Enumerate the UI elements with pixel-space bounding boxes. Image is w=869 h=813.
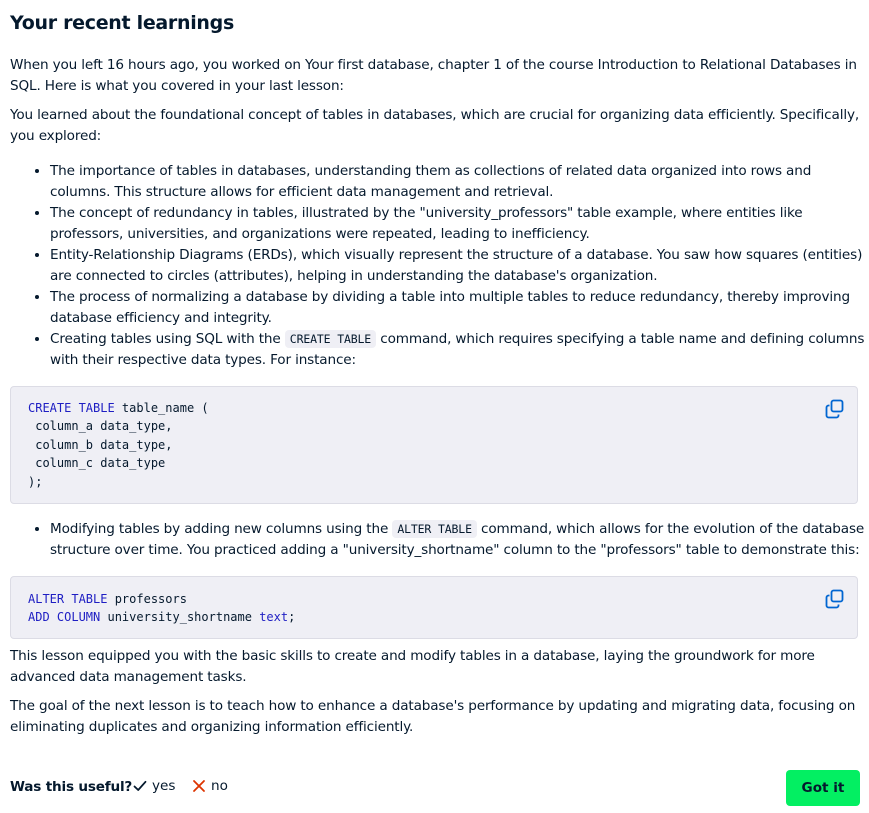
code-text: ALTER TABLE professors ADD COLUMN univer… (11, 577, 857, 627)
code-block-create-table: CREATE TABLE table_name ( column_a data_… (10, 386, 858, 504)
code-text: CREATE TABLE table_name ( column_a data_… (11, 387, 857, 491)
feedback-question: Was this useful? (10, 779, 133, 795)
list-item-text: Modifying tables by adding new columns u… (50, 521, 393, 537)
learning-list: The importance of tables in databases, u… (10, 161, 865, 371)
feedback-yes-label: yes (152, 778, 176, 794)
code-keyword: CREATE TABLE (28, 401, 115, 415)
list-item-text: Creating tables using SQL with the (50, 331, 285, 347)
code-line: column_a data_type, (28, 419, 173, 434)
check-icon (133, 780, 147, 791)
code-line: column_c data_type (28, 456, 166, 471)
code-block-alter-table: ALTER TABLE professors ADD COLUMN univer… (10, 576, 858, 639)
next-goal-text: The goal of the next lesson is to teach … (10, 698, 856, 735)
code-keyword: ALTER TABLE (28, 592, 108, 606)
cross-icon (193, 780, 205, 792)
copy-icon[interactable] (825, 589, 845, 609)
list-item: Creating tables using SQL with the CREAT… (50, 329, 865, 371)
code-line: professors (107, 592, 187, 606)
got-it-button[interactable]: Got it (786, 770, 860, 806)
closing-text: This lesson equipped you with the basic … (10, 648, 815, 685)
code-line: column_b data_type, (28, 437, 173, 452)
page-title: Your recent learnings (10, 12, 234, 34)
code-line: table_name ( (114, 401, 209, 415)
intro-text: When you left 16 hours ago, you worked o… (10, 57, 857, 94)
code-keyword: text (259, 610, 289, 625)
inline-code: CREATE TABLE (284, 330, 377, 348)
feedback-no-button[interactable]: no (192, 778, 228, 794)
list-item: The process of normalizing a database by… (50, 287, 865, 329)
feedback-yes-button[interactable]: yes (133, 778, 176, 794)
list-item: The importance of tables in databases, u… (50, 161, 865, 203)
copy-icon[interactable] (825, 399, 845, 419)
list-item: Entity-Relationship Diagrams (ERDs), whi… (50, 245, 865, 287)
code-line: ); (28, 474, 43, 489)
code-line: ; (288, 610, 296, 625)
inline-code: ALTER TABLE (392, 520, 477, 538)
recent-learnings-panel: Your recent learnings When you left 16 h… (0, 0, 869, 813)
summary-text: You learned about the foundational conce… (10, 107, 860, 144)
learning-list-continued: Modifying tables by adding new columns u… (10, 519, 865, 561)
list-item: The concept of redundancy in tables, ill… (50, 203, 865, 245)
code-keyword: ADD COLUMN (28, 610, 101, 625)
list-item: Modifying tables by adding new columns u… (50, 519, 865, 561)
code-line: university_shortname (100, 610, 260, 625)
feedback-no-label: no (211, 778, 228, 794)
